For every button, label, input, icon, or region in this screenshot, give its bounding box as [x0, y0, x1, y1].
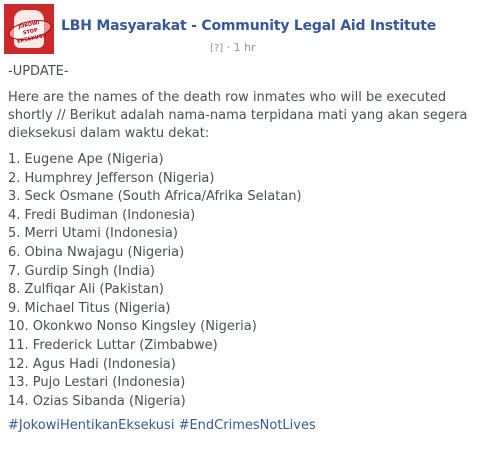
facebook-post: JOKOWI STOP EKSEKUSI! LBH Masyarakat - C… — [0, 0, 485, 449]
list-item: 12. Agus Hadi (Indonesia) — [8, 356, 176, 372]
list-item: 13. Pujo Lestari (Indonesia) — [8, 375, 186, 391]
meta-separator: · — [226, 41, 234, 54]
list-item: 5. Merri Utami (Indonesia) — [8, 226, 178, 242]
hashtag-link[interactable]: #EndCrimesNotLives — [179, 418, 316, 433]
list-item: 6. Obina Nwajagu (Nigeria) — [8, 244, 185, 260]
list-item: 14. Ozias Sibanda (Nigeria) — [8, 393, 186, 409]
post-timestamp[interactable]: 1 hr — [234, 41, 256, 54]
update-label: -UPDATE- — [8, 64, 69, 79]
post-meta: [?] · 1 hr — [210, 41, 256, 54]
list-item: 8. Zulfiqar Ali (Pakistan) — [8, 282, 165, 298]
hashtag-link[interactable]: #JokowiHentikanEksekusi — [8, 418, 174, 433]
privacy-icon[interactable]: [?] — [210, 43, 223, 54]
list-item: 10. Okonkwo Nonso Kingsley (Nigeria) — [8, 319, 257, 335]
list-item: 9. Michael Titus (Nigeria) — [8, 300, 171, 316]
page-name-link[interactable]: LBH Masyarakat - Community Legal Aid Ins… — [61, 18, 436, 34]
list-item: 11. Frederick Luttar (Zimbabwe) — [8, 337, 218, 353]
post-body: -UPDATE- Here are the names of the death… — [8, 63, 482, 435]
list-item: 4. Fredi Budiman (Indonesia) — [8, 207, 196, 223]
list-item: 1. Eugene Ape (Nigeria) — [8, 152, 164, 167]
inmate-list: 1. Eugene Ape (Nigeria) 2. Humphrey Jeff… — [8, 151, 482, 411]
hashtags: #JokowiHentikanEksekusi #EndCrimesNotLiv… — [8, 417, 482, 435]
list-item: 7. Gurdip Singh (India) — [8, 263, 155, 279]
list-item: 2. Humphrey Jefferson (Nigeria) — [8, 170, 215, 186]
post-header: JOKOWI STOP EKSEKUSI! LBH Masyarakat - C… — [4, 4, 474, 54]
list-item: 3. Seck Osmane (South Africa/Afrika Sela… — [8, 189, 302, 205]
page-avatar[interactable]: JOKOWI STOP EKSEKUSI! — [4, 4, 54, 54]
intro-text: Here are the names of the death row inma… — [8, 90, 468, 141]
